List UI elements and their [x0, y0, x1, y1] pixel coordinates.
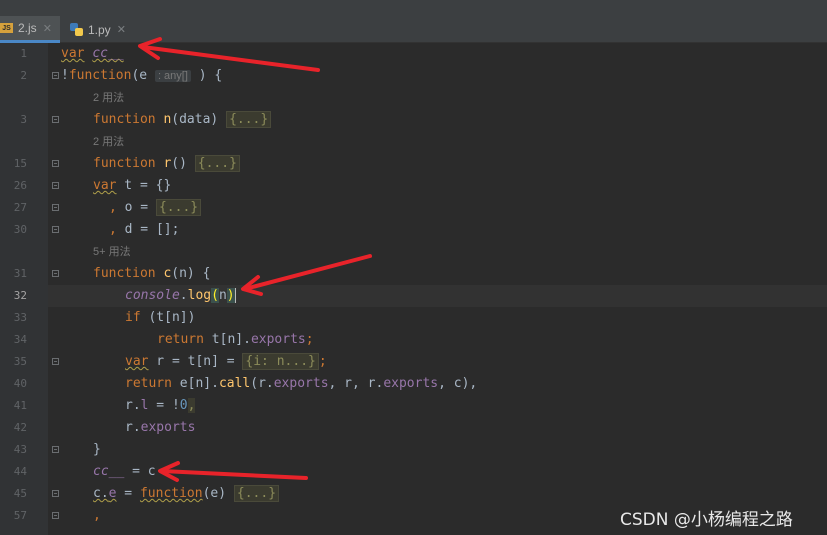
line-number: 30	[13, 223, 27, 236]
code-line-15: function r() {...}	[93, 153, 240, 175]
code-line-27: , o = {...}	[109, 197, 202, 219]
line-number: 1	[20, 47, 27, 60]
annotation-arrow-head	[158, 461, 180, 482]
line-number: 27	[13, 201, 27, 214]
line-number: 44	[13, 465, 27, 478]
folded-block: {...}	[233, 485, 280, 502]
code-line-44: cc__ = c	[93, 464, 156, 479]
line-number: 31	[13, 267, 27, 280]
line-number: 43	[13, 443, 27, 456]
code-line-40: return e[n].call(r.exports, r, r.exports…	[125, 376, 478, 391]
code-line-31: function c(n) {	[93, 266, 211, 281]
code-line-42: r.exports	[125, 420, 196, 435]
usage-count[interactable]: 2 用法	[93, 131, 124, 153]
folded-block: {...}	[226, 111, 272, 128]
close-icon[interactable]: ✕	[117, 23, 126, 36]
line-number: 15	[13, 157, 27, 170]
watermark: CSDN @小杨编程之路	[620, 510, 793, 530]
code-line-45: c.e = function(e) {...}	[93, 483, 280, 505]
line-number: 42	[13, 421, 27, 434]
line-number: 34	[13, 333, 27, 346]
tab-1-py[interactable]: 1.py ✕	[70, 16, 135, 43]
window-top-strip	[0, 0, 827, 16]
folded-block: {...}	[155, 199, 202, 216]
python-file-icon	[70, 23, 83, 36]
fold-marker-icon[interactable]	[52, 490, 59, 497]
fold-marker-icon[interactable]	[52, 270, 59, 277]
usage-count[interactable]: 5+ 用法	[93, 241, 131, 263]
code-line-57: ,	[93, 508, 101, 523]
line-number: 3	[20, 113, 27, 126]
fold-marker-icon[interactable]	[52, 204, 59, 211]
folded-block: {i: n...}	[242, 353, 319, 370]
fold-marker-icon[interactable]	[52, 226, 59, 233]
line-number: 57	[13, 509, 27, 522]
fold-marker-icon[interactable]	[52, 446, 59, 453]
line-number: 2	[20, 69, 27, 82]
folded-block: {...}	[194, 155, 240, 172]
line-number: 33	[13, 311, 27, 324]
line-number: 40	[13, 377, 27, 390]
line-number: 45	[13, 487, 27, 500]
code-line-43: }	[93, 442, 101, 457]
close-icon[interactable]: ✕	[43, 22, 52, 35]
line-number-gutter: 1 2 3 15 26 27 30 31 32 33 34 35 40 41 4…	[0, 43, 48, 535]
fold-marker-icon[interactable]	[52, 512, 59, 519]
fold-marker-icon[interactable]	[52, 182, 59, 189]
code-line-34: return t[n].exports;	[157, 332, 314, 347]
code-line-33: if (t[n])	[125, 310, 196, 325]
code-line-3: function n(data) {...}	[93, 109, 272, 131]
js-file-icon: JS	[0, 23, 13, 33]
code-line-32: console.log(n)	[125, 288, 236, 303]
code-line-35: var r = t[n] = {i: n...};	[125, 353, 327, 370]
fold-marker-icon[interactable]	[52, 72, 59, 79]
line-number: 26	[13, 179, 27, 192]
code-line-26: var t = {}	[93, 178, 172, 193]
code-line-1: var cc__	[61, 46, 124, 61]
text-caret	[234, 288, 236, 303]
tab-label: 2.js	[18, 21, 37, 35]
line-number: 41	[13, 399, 27, 412]
fold-marker-icon[interactable]	[52, 160, 59, 167]
annotation-arrow-line	[160, 469, 308, 480]
usage-count[interactable]: 2 用法	[93, 87, 124, 109]
code-line-41: r.l = !0,	[125, 398, 196, 413]
line-number: 35	[13, 355, 27, 368]
editor-tab-bar: JS 2.js ✕ 1.py ✕	[0, 16, 827, 43]
line-number: 32	[13, 289, 27, 302]
tab-label: 1.py	[88, 22, 111, 37]
code-line-2: !function(e : any[] ) {	[61, 68, 223, 83]
type-hint: : any[]	[154, 70, 191, 82]
fold-marker-icon[interactable]	[52, 358, 59, 365]
fold-marker-icon[interactable]	[52, 116, 59, 123]
tab-2-js[interactable]: JS 2.js ✕	[0, 16, 60, 43]
code-line-30: , d = [];	[109, 222, 180, 237]
